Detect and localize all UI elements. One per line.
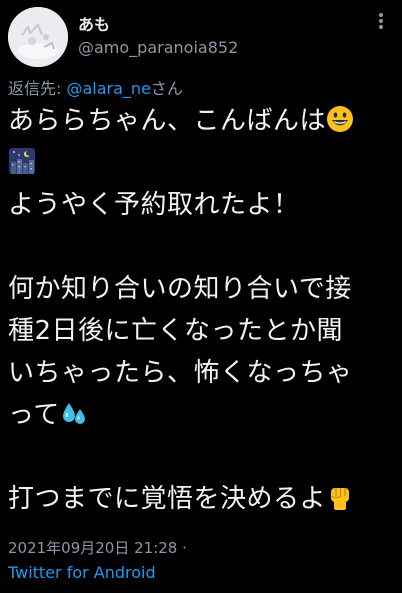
reply-mention-link[interactable]: @alara_ne bbox=[66, 79, 150, 98]
avatar[interactable] bbox=[8, 7, 68, 67]
tweet-line-text: って bbox=[8, 400, 60, 430]
grinning-face-icon bbox=[326, 104, 354, 132]
more-vertical-icon[interactable] bbox=[372, 9, 390, 33]
reply-prefix: 返信先: bbox=[8, 79, 67, 98]
tweet-line: 打つまでに覚悟を決めるよ bbox=[8, 478, 398, 520]
reply-to-line: 返信先: @alara_neさん bbox=[8, 75, 183, 99]
tweet-line: いちゃったら、怖くなっちゃ bbox=[8, 358, 353, 388]
tweet-line: って bbox=[8, 394, 398, 436]
tweet-line: あららちゃん、こんばんは bbox=[8, 100, 398, 142]
tweet-header: あも @amo_paranoia852 bbox=[8, 7, 394, 67]
tweet-source-link[interactable]: Twitter for Android bbox=[8, 563, 156, 582]
tweet-line bbox=[8, 142, 398, 184]
tweet-line-text: 打つまでに覚悟を決めるよ bbox=[8, 484, 327, 514]
raised-fist-icon bbox=[326, 482, 354, 510]
tweet-line: 何か知り合いの知り合いで接 bbox=[8, 274, 352, 304]
sweat-droplets-icon bbox=[60, 398, 88, 426]
tweet-line: ようやく予約取れたよ！ bbox=[8, 190, 300, 220]
tweet-line: 種2日後に亡くなったとか聞 bbox=[8, 316, 344, 346]
user-handle[interactable]: @amo_paranoia852 bbox=[78, 38, 238, 57]
reply-suffix: さん bbox=[150, 79, 183, 98]
tweet-line-text: あららちゃん、こんばんは bbox=[8, 106, 327, 136]
tweet-body: あららちゃん、こんばんは ようやく予約取れたよ！ 何か知り合いの知り合いで接 種… bbox=[8, 100, 398, 520]
tweet-timestamp[interactable]: 2021年09月20日 21:28 · bbox=[8, 537, 187, 558]
night-city-icon bbox=[8, 146, 36, 174]
display-name[interactable]: あも bbox=[78, 11, 110, 35]
